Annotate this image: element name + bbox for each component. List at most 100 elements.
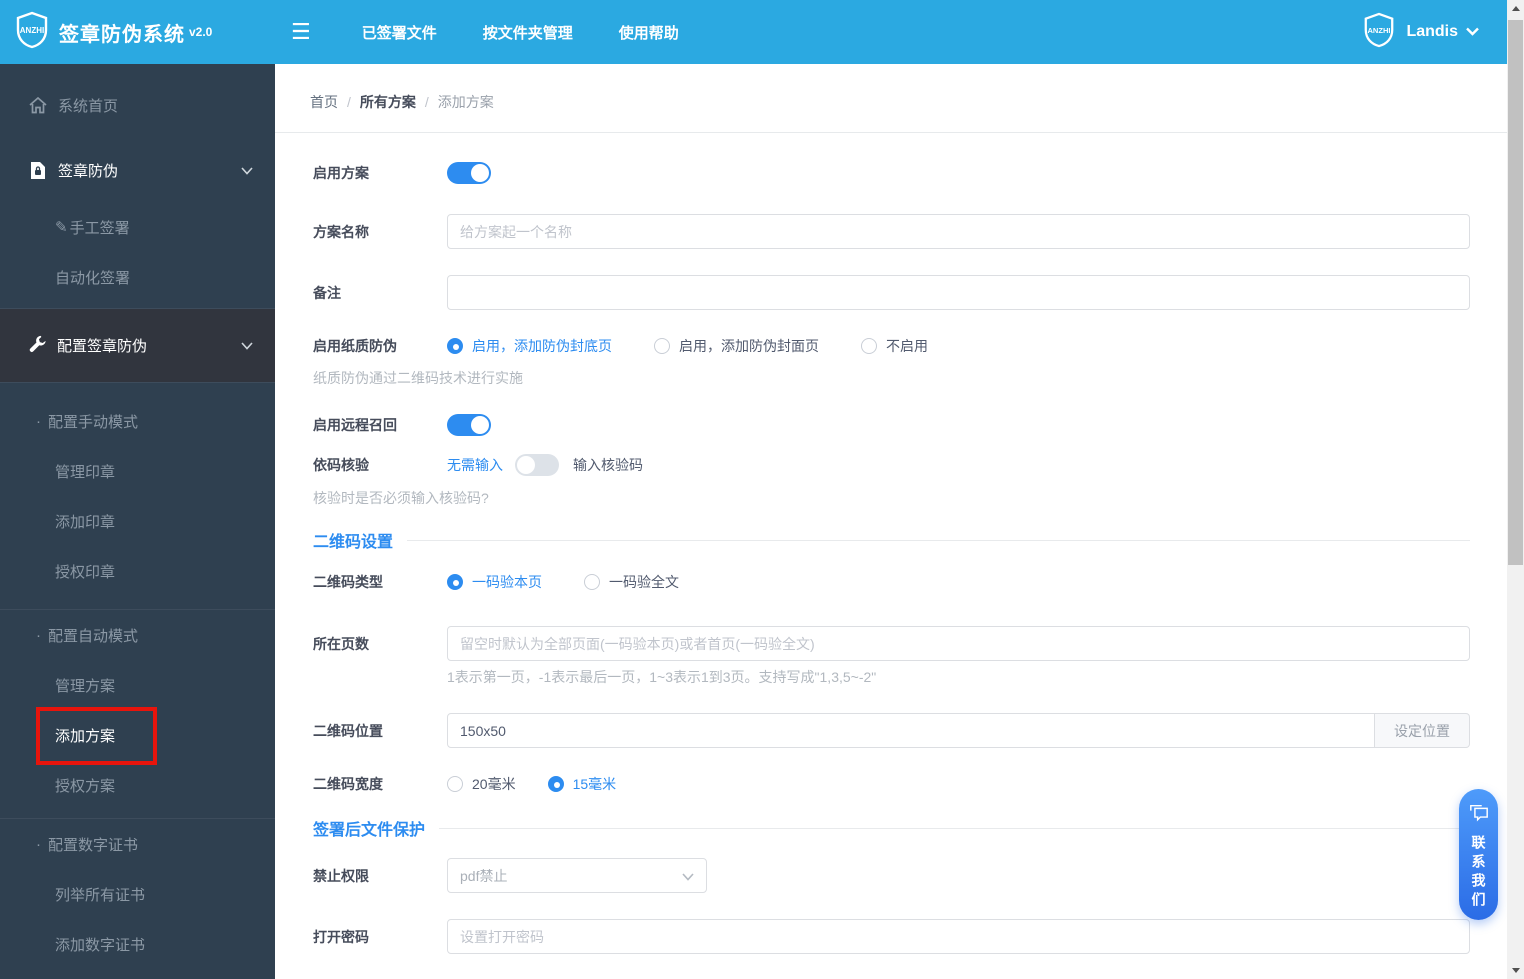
toggle-knob (471, 416, 489, 434)
sidebar-item-label: 自动化签署 (55, 269, 131, 287)
radio-label: 15毫米 (572, 776, 617, 792)
sidebar-item-configure-seal-antiforgery[interactable]: 配置签章防伪 (0, 308, 275, 383)
radio-icon (447, 574, 463, 590)
top-nav-menu: 已签署文件 按文件夹管理 使用帮助 (339, 22, 702, 43)
pages-input[interactable] (447, 626, 1470, 661)
plan-name-label: 方案名称 (313, 223, 369, 240)
sidebar-item-label: 管理印章 (55, 463, 116, 481)
code-check-label: 依码核验 (313, 457, 369, 473)
radio-label: 启用，添加防伪封底页 (472, 338, 612, 354)
chevron-down-icon (241, 162, 253, 179)
radio-icon (654, 338, 670, 354)
pen-icon: ✎ (55, 219, 68, 236)
user-menu[interactable]: ANZHI Landis (1362, 12, 1507, 53)
sidebar-item-add-seal[interactable]: 添加印章 (0, 496, 275, 546)
scrollbar-down-arrow[interactable] (1507, 962, 1524, 979)
pages-help: 1表示第一页，-1表示最后一页，1~3表示1到3页。支持写成"1,3,5~-2" (447, 669, 877, 685)
plan-name-input[interactable] (447, 214, 1470, 249)
nav-item-help[interactable]: 使用帮助 (596, 22, 702, 43)
sidebar-item-manual-sign[interactable]: ✎ 手工签署 (0, 202, 275, 252)
add-plan-form: 启用方案 方案名称 备注 (275, 133, 1507, 954)
code-check-toggle[interactable] (515, 454, 559, 476)
sidebar-item-add-plan[interactable]: 添加方案 (0, 707, 275, 765)
radio-icon (861, 338, 877, 354)
radio-disable[interactable]: 不启用 (861, 336, 928, 356)
vertical-scrollbar[interactable] (1507, 0, 1524, 979)
paper-antiforgery-label: 启用纸质防伪 (313, 338, 397, 354)
sidebar-item-label: 系统首页 (58, 97, 119, 115)
breadcrumb-home[interactable]: 首页 (310, 92, 338, 112)
sidebar-item-manage-seal[interactable]: 管理印章 (0, 446, 275, 496)
section-divider (407, 539, 1470, 541)
sidebar-item-authorize-plan[interactable]: 授权方案 (0, 760, 275, 810)
sidebar-item-label: 手工签署 (69, 219, 130, 237)
code-check-help: 核验时是否必须输入核验码? (313, 490, 489, 506)
sidebar-item-label: 签章防伪 (58, 162, 119, 180)
sidebar-item-seal-antiforgery[interactable]: 签章防伪 (0, 145, 275, 195)
svg-text:ANZHI: ANZHI (20, 26, 44, 35)
contact-us-label: 联系我们 (1470, 835, 1487, 911)
sidebar-item-label: 配置手动模式 (48, 413, 139, 431)
sidebar-item-configure-auto-mode[interactable]: · 配置自动模式 (0, 610, 275, 660)
sidebar: 系统首页 签章防伪 ✎ 手工签署 自动化签署 配置签章防伪 · 配置手动模式 管… (0, 64, 275, 979)
sidebar-item-label: 管理方案 (55, 677, 116, 695)
sidebar-item-label: 添加数字证书 (55, 936, 146, 954)
qr-position-label: 二维码位置 (313, 722, 383, 739)
radio-width-20mm[interactable]: 20毫米 (447, 774, 516, 794)
code-check-off-label[interactable]: 无需输入 (447, 455, 503, 475)
qr-width-label: 二维码宽度 (313, 776, 383, 792)
remote-recall-toggle[interactable] (447, 414, 491, 436)
sidebar-item-add-digital-cert[interactable]: 添加数字证书 (0, 919, 275, 969)
open-password-input[interactable] (447, 919, 1470, 954)
app-version: v2.0 (189, 25, 213, 39)
radio-qr-per-page[interactable]: 一码验本页 (447, 572, 542, 592)
qr-settings-section-title: 二维码设置 (313, 534, 394, 551)
paper-antiforgery-help: 纸质防伪通过二维码技术进行实施 (313, 370, 523, 386)
sidebar-item-list-certs[interactable]: 列举所有证书 (0, 869, 275, 919)
enable-plan-toggle[interactable] (447, 162, 491, 184)
app-brand: ANZHI 签章防伪系统 v2.0 (0, 11, 275, 54)
bullet-dot: · (36, 835, 41, 853)
sidebar-item-home[interactable]: 系统首页 (0, 80, 275, 130)
qr-position-input[interactable] (447, 713, 1375, 748)
set-position-button[interactable]: 设定位置 (1375, 713, 1470, 748)
radio-back-cover-page[interactable]: 启用，添加防伪封底页 (447, 336, 612, 356)
forbid-permission-select[interactable]: pdf禁止 (447, 858, 707, 893)
sidebar-item-configure-digital-cert[interactable]: · 配置数字证书 (0, 819, 275, 869)
remark-label: 备注 (313, 284, 341, 301)
radio-icon (447, 776, 463, 792)
sidebar-item-label: 添加印章 (55, 513, 116, 531)
user-avatar-shield-icon: ANZHI (1362, 12, 1396, 53)
radio-width-15mm[interactable]: 15毫米 (547, 774, 617, 794)
contact-us-button[interactable]: 联系我们 (1459, 789, 1498, 920)
section-divider (439, 827, 1470, 829)
radio-front-cover-page[interactable]: 启用，添加防伪封面页 (654, 336, 819, 356)
breadcrumb: 首页 / 所有方案 / 添加方案 (275, 64, 1507, 133)
sidebar-item-label: 配置自动模式 (48, 627, 139, 645)
radio-label: 一码验本页 (472, 574, 542, 590)
forbid-permission-label: 禁止权限 (313, 867, 369, 884)
sidebar-item-manage-plan[interactable]: 管理方案 (0, 660, 275, 710)
radio-label: 不启用 (886, 338, 928, 354)
nav-item-signed-files[interactable]: 已签署文件 (339, 22, 460, 43)
sidebar-item-configure-manual-mode[interactable]: · 配置手动模式 (0, 396, 275, 446)
nav-item-folder-management[interactable]: 按文件夹管理 (460, 22, 596, 43)
select-chevron-down-icon (682, 868, 694, 884)
radio-qr-whole-doc[interactable]: 一码验全文 (584, 572, 679, 592)
app-title: 签章防伪系统 (59, 23, 185, 46)
breadcrumb-all-plans[interactable]: 所有方案 (360, 92, 416, 112)
toggle-knob (471, 164, 489, 182)
breadcrumb-separator: / (347, 94, 351, 110)
scrollbar-up-arrow[interactable] (1507, 0, 1524, 17)
radio-label: 20毫米 (472, 776, 516, 792)
radio-icon (447, 338, 463, 354)
sidebar-item-label: 授权方案 (55, 777, 116, 795)
scrollbar-thumb[interactable] (1508, 20, 1523, 565)
document-lock-icon (28, 161, 48, 180)
sidebar-item-auto-sign[interactable]: 自动化签署 (0, 252, 275, 302)
radio-icon (547, 776, 564, 792)
sidebar-item-label: 配置数字证书 (48, 836, 139, 854)
menu-toggle-icon[interactable]: ☰ (291, 21, 311, 43)
remark-input[interactable] (447, 275, 1470, 310)
sidebar-item-authorize-seal[interactable]: 授权印章 (0, 546, 275, 596)
